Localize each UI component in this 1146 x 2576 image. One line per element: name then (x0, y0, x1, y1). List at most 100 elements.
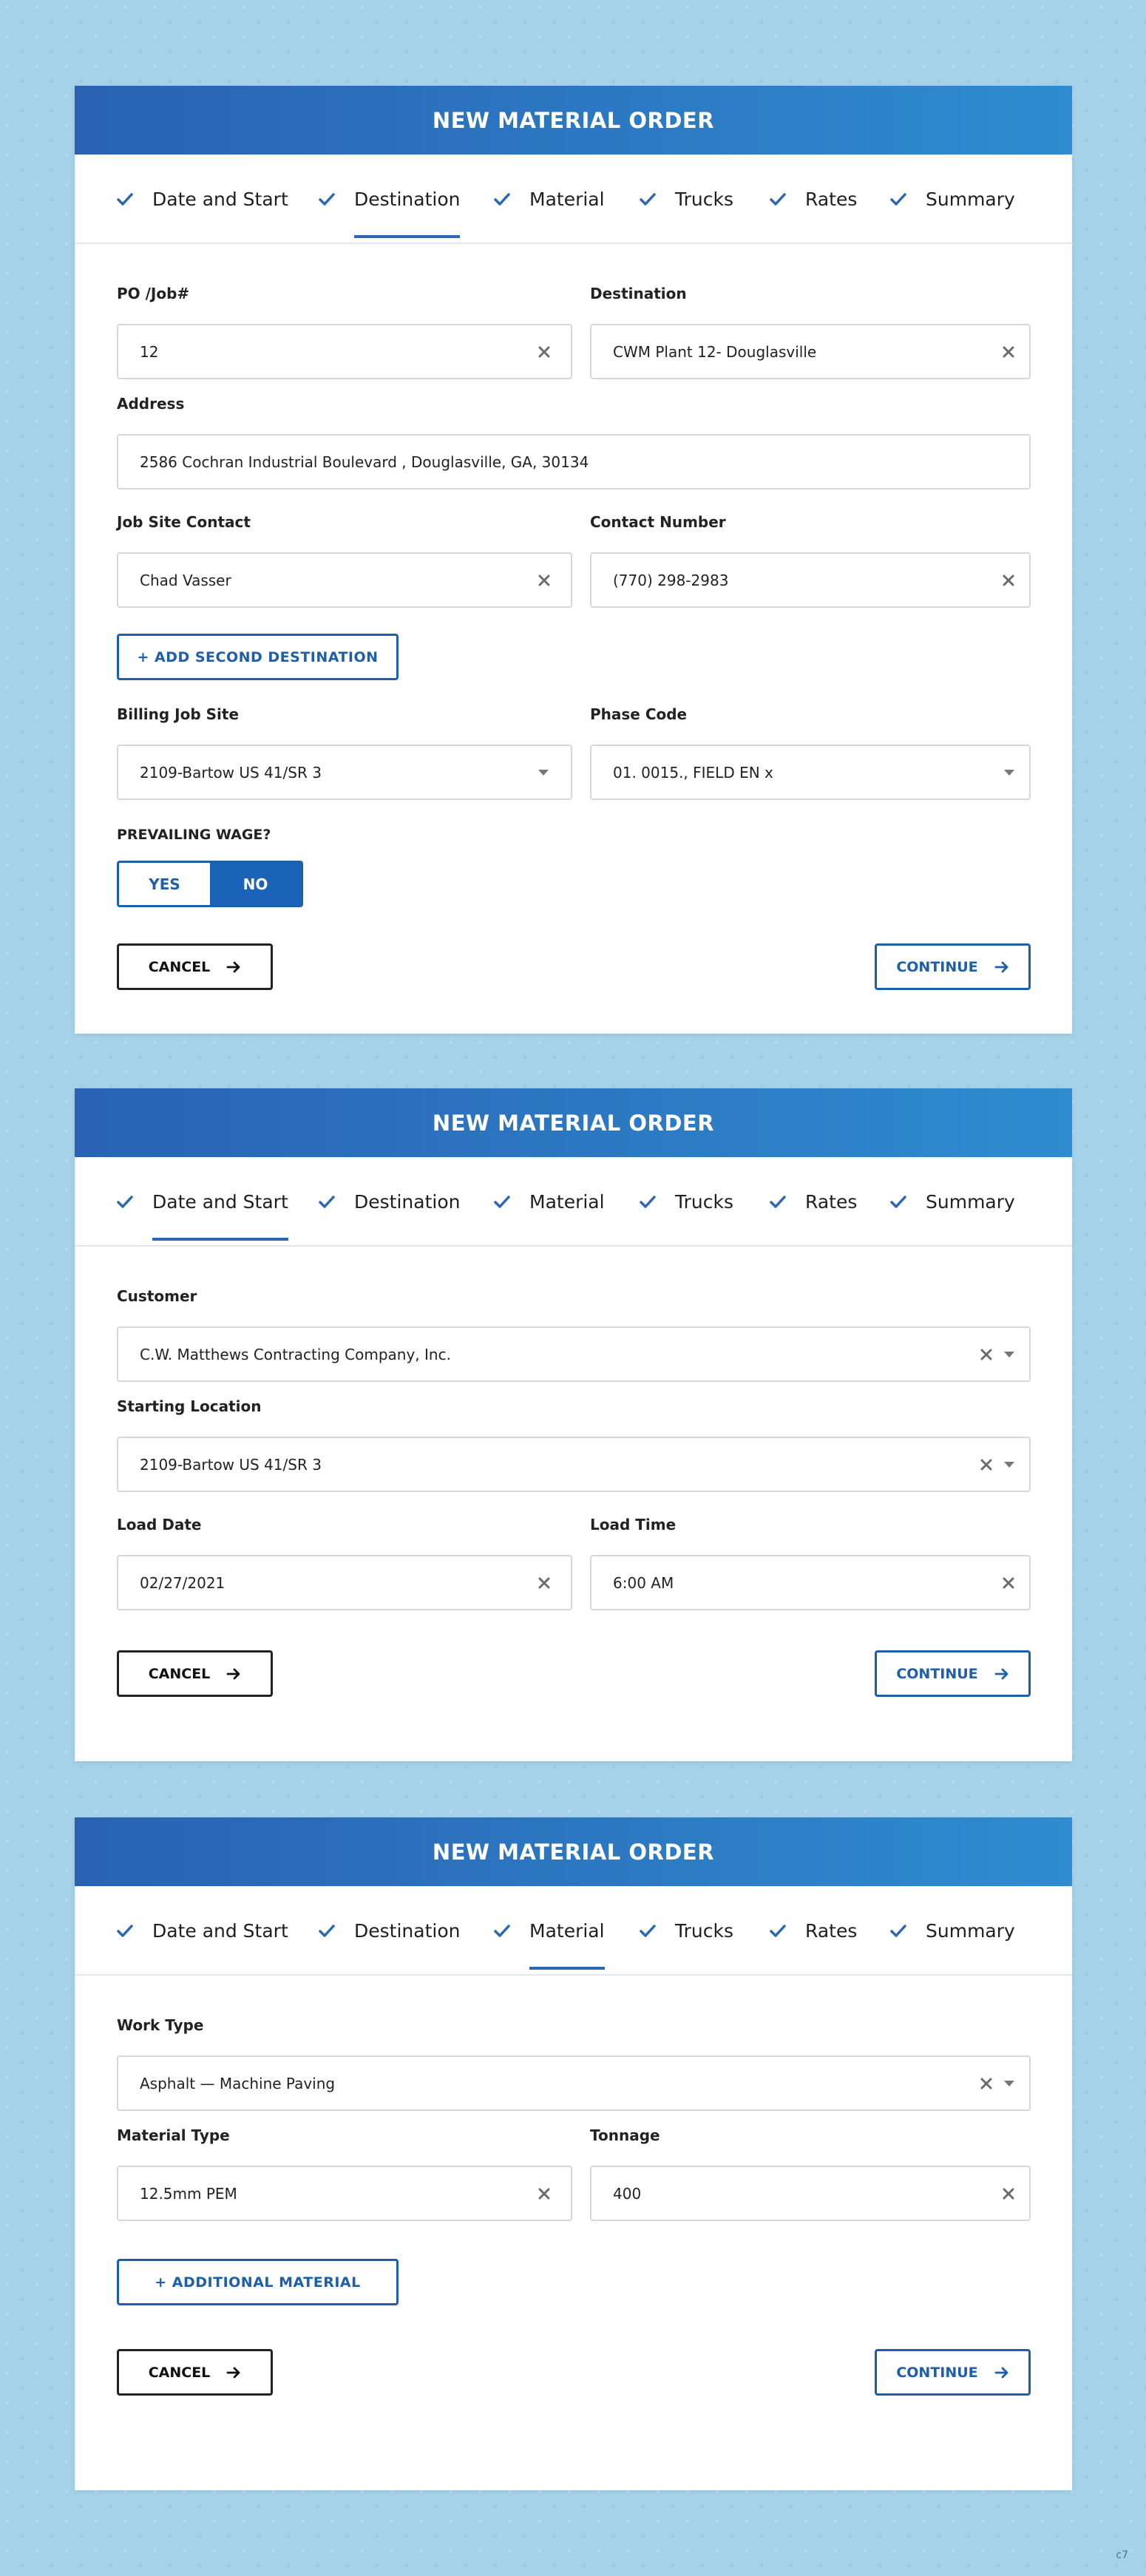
tab-label: Material (529, 189, 605, 210)
check-icon (890, 191, 906, 208)
add-material-button[interactable]: + ADDITIONAL MATERIAL (117, 2259, 399, 2305)
tab-material[interactable]: Material (494, 155, 605, 244)
tab-rates[interactable]: Rates (770, 1157, 857, 1247)
add-second-destination-button[interactable]: + ADD SECOND DESTINATION (117, 634, 399, 680)
check-icon (319, 191, 335, 208)
tab-date-and-start[interactable]: Date and Start (117, 155, 288, 244)
clear-icon[interactable] (538, 1577, 550, 1589)
tab-summary[interactable]: Summary (890, 155, 1015, 244)
material-type-input[interactable]: 12.5mm PEM (117, 2166, 572, 2221)
chevron-down-icon[interactable] (1004, 2080, 1014, 2087)
cancel-label: CANCEL (148, 1665, 211, 1682)
check-icon (494, 1923, 510, 1939)
starting-location-select[interactable]: 2109-Bartow US 41/SR 3 (117, 1437, 1031, 1492)
arrow-right-icon (226, 1667, 241, 1681)
contact-number-value: (770) 298-2983 (613, 571, 729, 589)
address-label: Address (117, 395, 185, 413)
tab-destination[interactable]: Destination (319, 1157, 460, 1247)
tab-material[interactable]: Material (494, 1886, 605, 1976)
check-icon (494, 1194, 510, 1210)
tab-date-and-start[interactable]: Date and Start (117, 1157, 288, 1247)
check-icon (890, 1923, 906, 1939)
tab-rates[interactable]: Rates (770, 155, 857, 244)
work-type-label: Work Type (117, 2016, 204, 2034)
clear-icon[interactable] (1003, 574, 1014, 586)
clear-icon[interactable] (538, 574, 550, 586)
load-time-value: 6:00 AM (613, 1573, 674, 1592)
load-time-label: Load Time (590, 1516, 677, 1533)
step-nav: Date and Start Destination Material Truc… (75, 1157, 1072, 1247)
check-icon (640, 191, 656, 208)
address-input[interactable]: 2586 Cochran Industrial Boulevard , Doug… (117, 434, 1031, 489)
work-type-select[interactable]: Asphalt — Machine Paving (117, 2055, 1031, 2111)
arrow-right-icon (226, 2366, 241, 2379)
billing-label: Billing Job Site (117, 705, 240, 723)
billing-select[interactable]: 2109-Bartow US 41/SR 3 (117, 745, 572, 800)
arrow-right-icon (994, 2366, 1009, 2379)
po-input[interactable]: 12 (117, 324, 572, 379)
customer-label: Customer (117, 1287, 197, 1305)
load-date-input[interactable]: 02/27/2021 (117, 1555, 572, 1610)
contact-number-input[interactable]: (770) 298-2983 (590, 552, 1031, 608)
tab-label: Trucks (675, 1191, 733, 1213)
continue-button[interactable]: CONTINUE (875, 2349, 1031, 2396)
tab-label: Destination (354, 1920, 461, 1942)
phase-select[interactable]: 01. 0015., FIELD EN x (590, 745, 1031, 800)
continue-button[interactable]: CONTINUE (875, 1650, 1031, 1697)
step-nav: Date and Start Destination Material Truc… (75, 1886, 1072, 1976)
continue-label: CONTINUE (896, 958, 978, 975)
clear-icon[interactable] (980, 1349, 992, 1360)
destination-input[interactable]: CWM Plant 12- Douglasville (590, 324, 1031, 379)
customer-select[interactable]: C.W. Matthews Contracting Company, Inc. (117, 1326, 1031, 1382)
clear-icon[interactable] (538, 346, 550, 358)
work-type-value: Asphalt — Machine Paving (140, 2074, 336, 2092)
chevron-down-icon[interactable] (1004, 1461, 1014, 1468)
clear-icon[interactable] (538, 2188, 550, 2200)
cancel-button[interactable]: CANCEL (117, 2349, 273, 2396)
clear-icon[interactable] (1003, 2188, 1014, 2200)
check-icon (319, 1923, 335, 1939)
tab-date-and-start[interactable]: Date and Start (117, 1886, 288, 1976)
contact-input[interactable]: Chad Vasser (117, 552, 572, 608)
check-icon (117, 1194, 133, 1210)
check-icon (770, 1194, 786, 1210)
check-icon (770, 191, 786, 208)
card-header: NEW MATERIAL ORDER (75, 1817, 1072, 1886)
tab-rates[interactable]: Rates (770, 1886, 857, 1976)
wage-no-option[interactable]: NO (210, 863, 301, 905)
customer-value: C.W. Matthews Contracting Company, Inc. (140, 1345, 451, 1363)
load-time-input[interactable]: 6:00 AM (590, 1555, 1031, 1610)
continue-button[interactable]: CONTINUE (875, 943, 1031, 990)
check-icon (494, 191, 510, 208)
clear-icon[interactable] (980, 2078, 992, 2089)
clear-icon[interactable] (1003, 346, 1014, 358)
cancel-button[interactable]: CANCEL (117, 943, 273, 990)
contact-number-label: Contact Number (590, 513, 726, 531)
tab-destination[interactable]: Destination (319, 1886, 460, 1976)
load-date-label: Load Date (117, 1516, 202, 1533)
tab-trucks[interactable]: Trucks (640, 1157, 733, 1247)
cancel-label: CANCEL (148, 2364, 211, 2381)
cancel-label: CANCEL (148, 958, 211, 975)
clear-icon[interactable] (980, 1459, 992, 1471)
wage-yes-option[interactable]: YES (119, 863, 210, 905)
check-icon (890, 1194, 906, 1210)
chevron-down-icon[interactable] (1004, 1351, 1014, 1358)
tab-trucks[interactable]: Trucks (640, 155, 733, 244)
arrow-right-icon (994, 1667, 1009, 1681)
tonnage-input[interactable]: 400 (590, 2166, 1031, 2221)
material-type-value: 12.5mm PEM (140, 2184, 237, 2203)
tab-trucks[interactable]: Trucks (640, 1886, 733, 1976)
check-icon (770, 1923, 786, 1939)
tab-material[interactable]: Material (494, 1157, 605, 1247)
tab-label: Destination (354, 189, 461, 238)
tab-summary[interactable]: Summary (890, 1157, 1015, 1247)
cancel-button[interactable]: CANCEL (117, 1650, 273, 1697)
tab-summary[interactable]: Summary (890, 1886, 1015, 1976)
clear-icon[interactable] (1003, 1577, 1014, 1589)
tonnage-label: Tonnage (590, 2126, 660, 2144)
tab-destination[interactable]: Destination (319, 155, 461, 244)
chevron-down-icon (538, 769, 549, 776)
tab-label: Rates (805, 1920, 858, 1942)
check-icon (117, 191, 133, 208)
